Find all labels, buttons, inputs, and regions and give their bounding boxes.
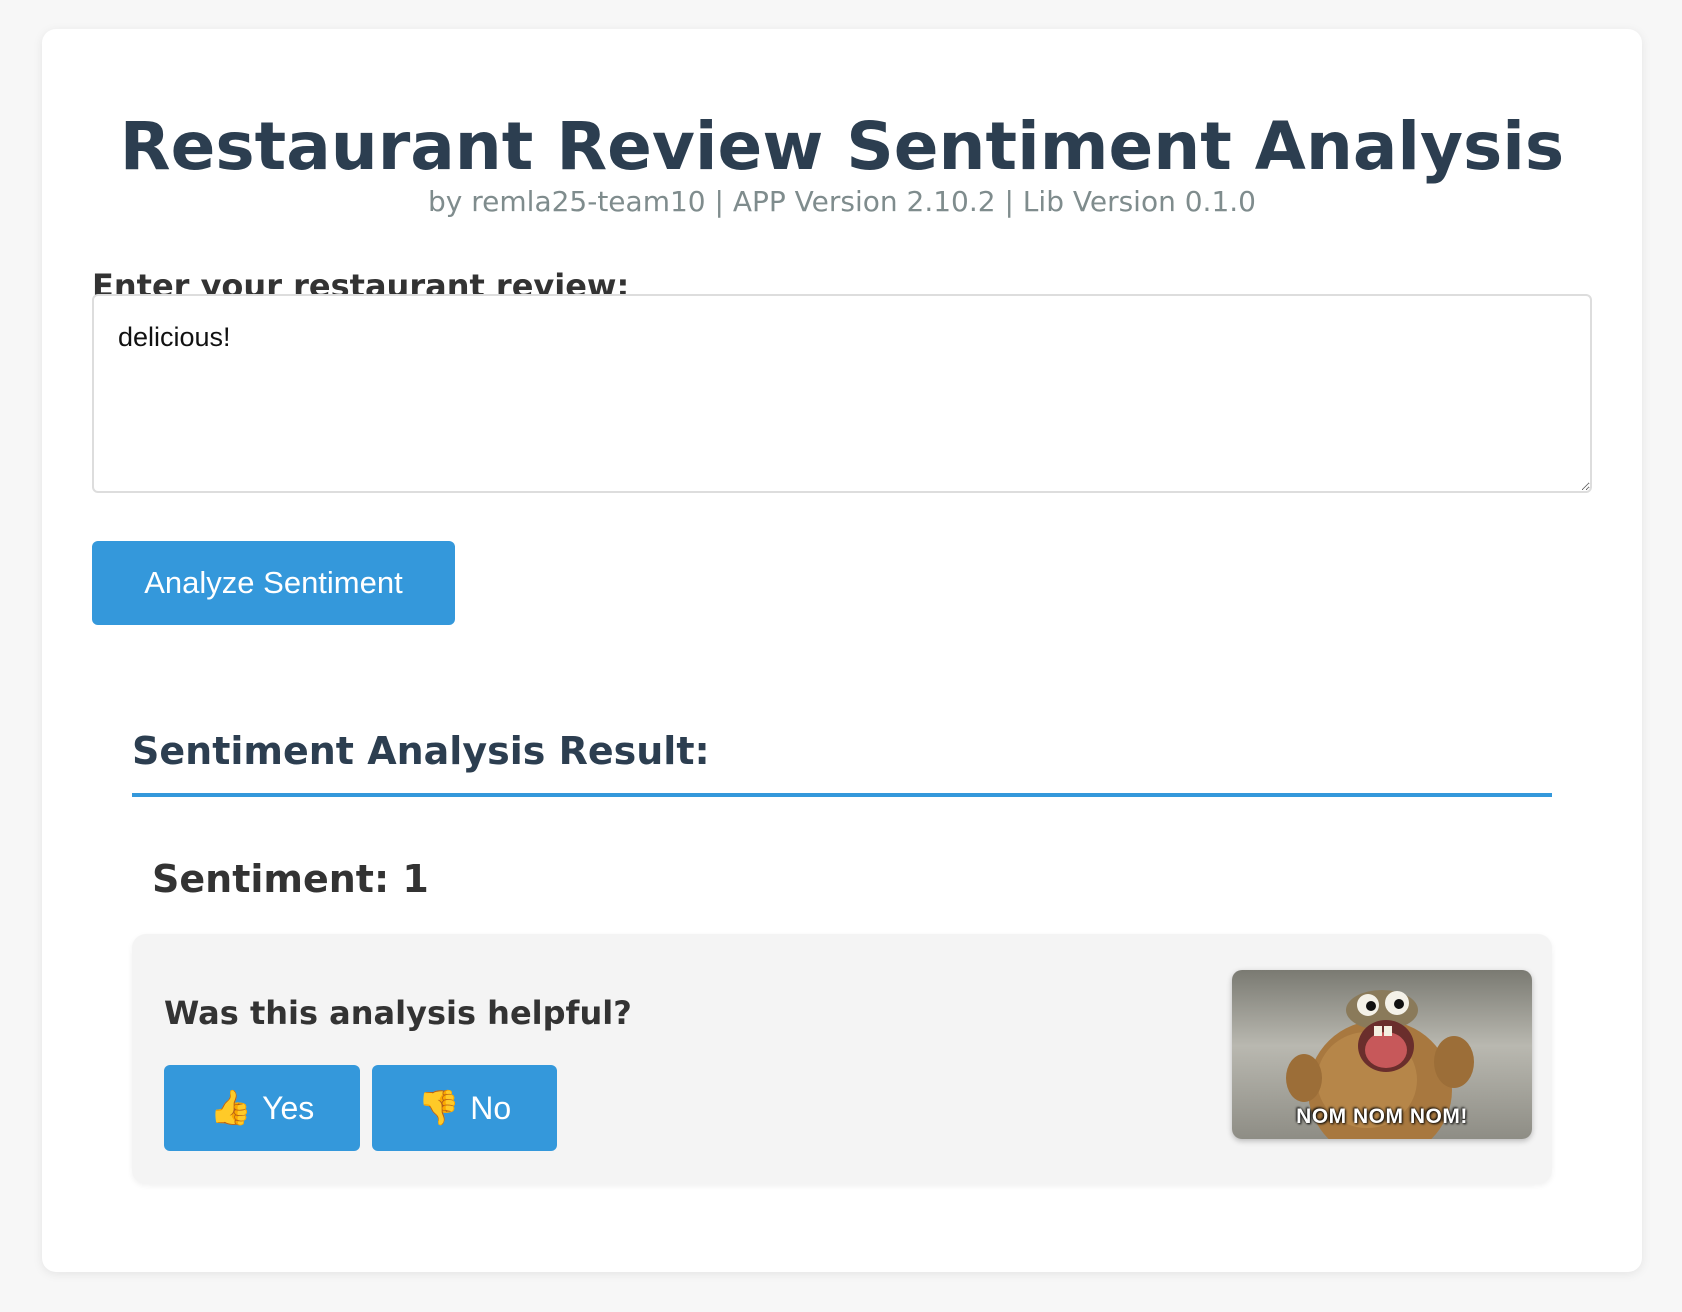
feedback-no-label: No <box>470 1089 512 1126</box>
feedback-panel: Was this analysis helpful? 👍 Yes 👎 No NO… <box>132 934 1552 1184</box>
reaction-gif: NOM NOM NOM! <box>1232 970 1532 1139</box>
thumbs-down-icon: 👎 <box>417 1089 461 1127</box>
result-divider <box>132 793 1552 797</box>
sentiment-value: Sentiment: 1 <box>152 857 429 901</box>
feedback-no-button[interactable]: 👎 No <box>372 1065 557 1151</box>
main-card: Restaurant Review Sentiment Analysis by … <box>42 29 1642 1272</box>
feedback-yes-button[interactable]: 👍 Yes <box>164 1065 360 1151</box>
gif-caption: NOM NOM NOM! <box>1296 1105 1468 1128</box>
feedback-yes-label: Yes <box>262 1089 315 1126</box>
analyze-sentiment-button[interactable]: Analyze Sentiment <box>92 541 455 625</box>
review-textarea[interactable]: delicious! <box>92 294 1592 493</box>
result-heading: Sentiment Analysis Result: <box>132 729 710 773</box>
feedback-question: Was this analysis helpful? <box>164 994 632 1032</box>
page-title: Restaurant Review Sentiment Analysis <box>119 108 1565 185</box>
page-subtitle: by remla25-team10 | APP Version 2.10.2 |… <box>428 185 1256 218</box>
thumbs-up-icon: 👍 <box>209 1089 253 1127</box>
